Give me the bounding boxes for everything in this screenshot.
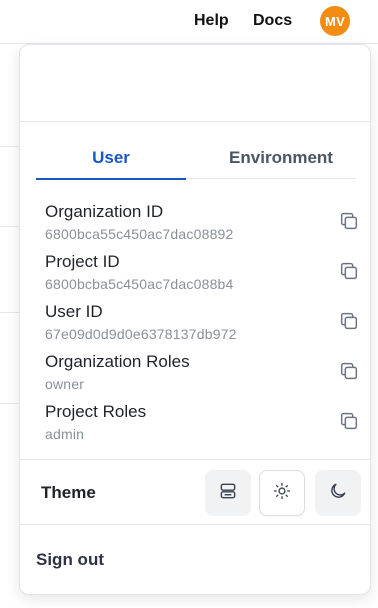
sign-out-button[interactable]: Sign out [36,550,104,570]
copy-icon[interactable] [338,360,360,382]
theme-label: Theme [41,483,96,502]
moon-icon [328,481,348,506]
field-user-id: User ID 67e09d0d9d0e6378137db972 [45,302,360,352]
user-menu-panel: User Environment Organization ID 6800bca… [19,44,371,595]
field-label: Project Roles [45,402,147,421]
background-divider [0,312,20,313]
background-divider [0,146,20,147]
field-project-roles: Project Roles admin [45,402,360,452]
help-link[interactable]: Help [194,11,229,31]
field-value: 6800bca55c450ac7dac08892 [45,226,234,242]
copy-icon[interactable] [338,210,360,232]
field-value: 6800bcba5c450ac7dac088b4 [45,276,234,292]
field-organization-id: Organization ID 6800bca55c450ac7dac08892 [45,202,360,252]
sun-icon [272,481,292,506]
field-label: Organization Roles [45,352,190,371]
docs-link[interactable]: Docs [253,11,292,31]
tab-user[interactable]: User [36,137,186,180]
theme-row: Theme [20,459,370,525]
copy-icon[interactable] [338,310,360,332]
theme-system-button[interactable] [205,470,251,516]
top-bar: Help Docs MV [0,0,378,44]
copy-icon[interactable] [338,260,360,282]
background-divider [0,226,20,227]
avatar[interactable]: MV [320,6,350,36]
copy-icon[interactable] [338,410,360,432]
tab-bar: User Environment [36,137,356,180]
field-organization-roles: Organization Roles owner [45,352,360,402]
field-label: User ID [45,302,103,321]
field-project-id: Project ID 6800bcba5c450ac7dac088b4 [45,252,360,302]
theme-dark-button[interactable] [315,470,361,516]
field-label: Project ID [45,252,120,271]
field-value: 67e09d0d9d0e6378137db972 [45,326,237,342]
tab-environment[interactable]: Environment [206,137,356,179]
field-label: Organization ID [45,202,164,221]
field-value: admin [45,426,85,442]
background-divider [0,403,20,404]
theme-light-button[interactable] [259,470,305,516]
field-value: owner [45,376,85,392]
server-icon [218,481,238,506]
panel-header [20,45,370,122]
user-fields-list: Organization ID 6800bca55c450ac7dac08892… [45,202,360,452]
